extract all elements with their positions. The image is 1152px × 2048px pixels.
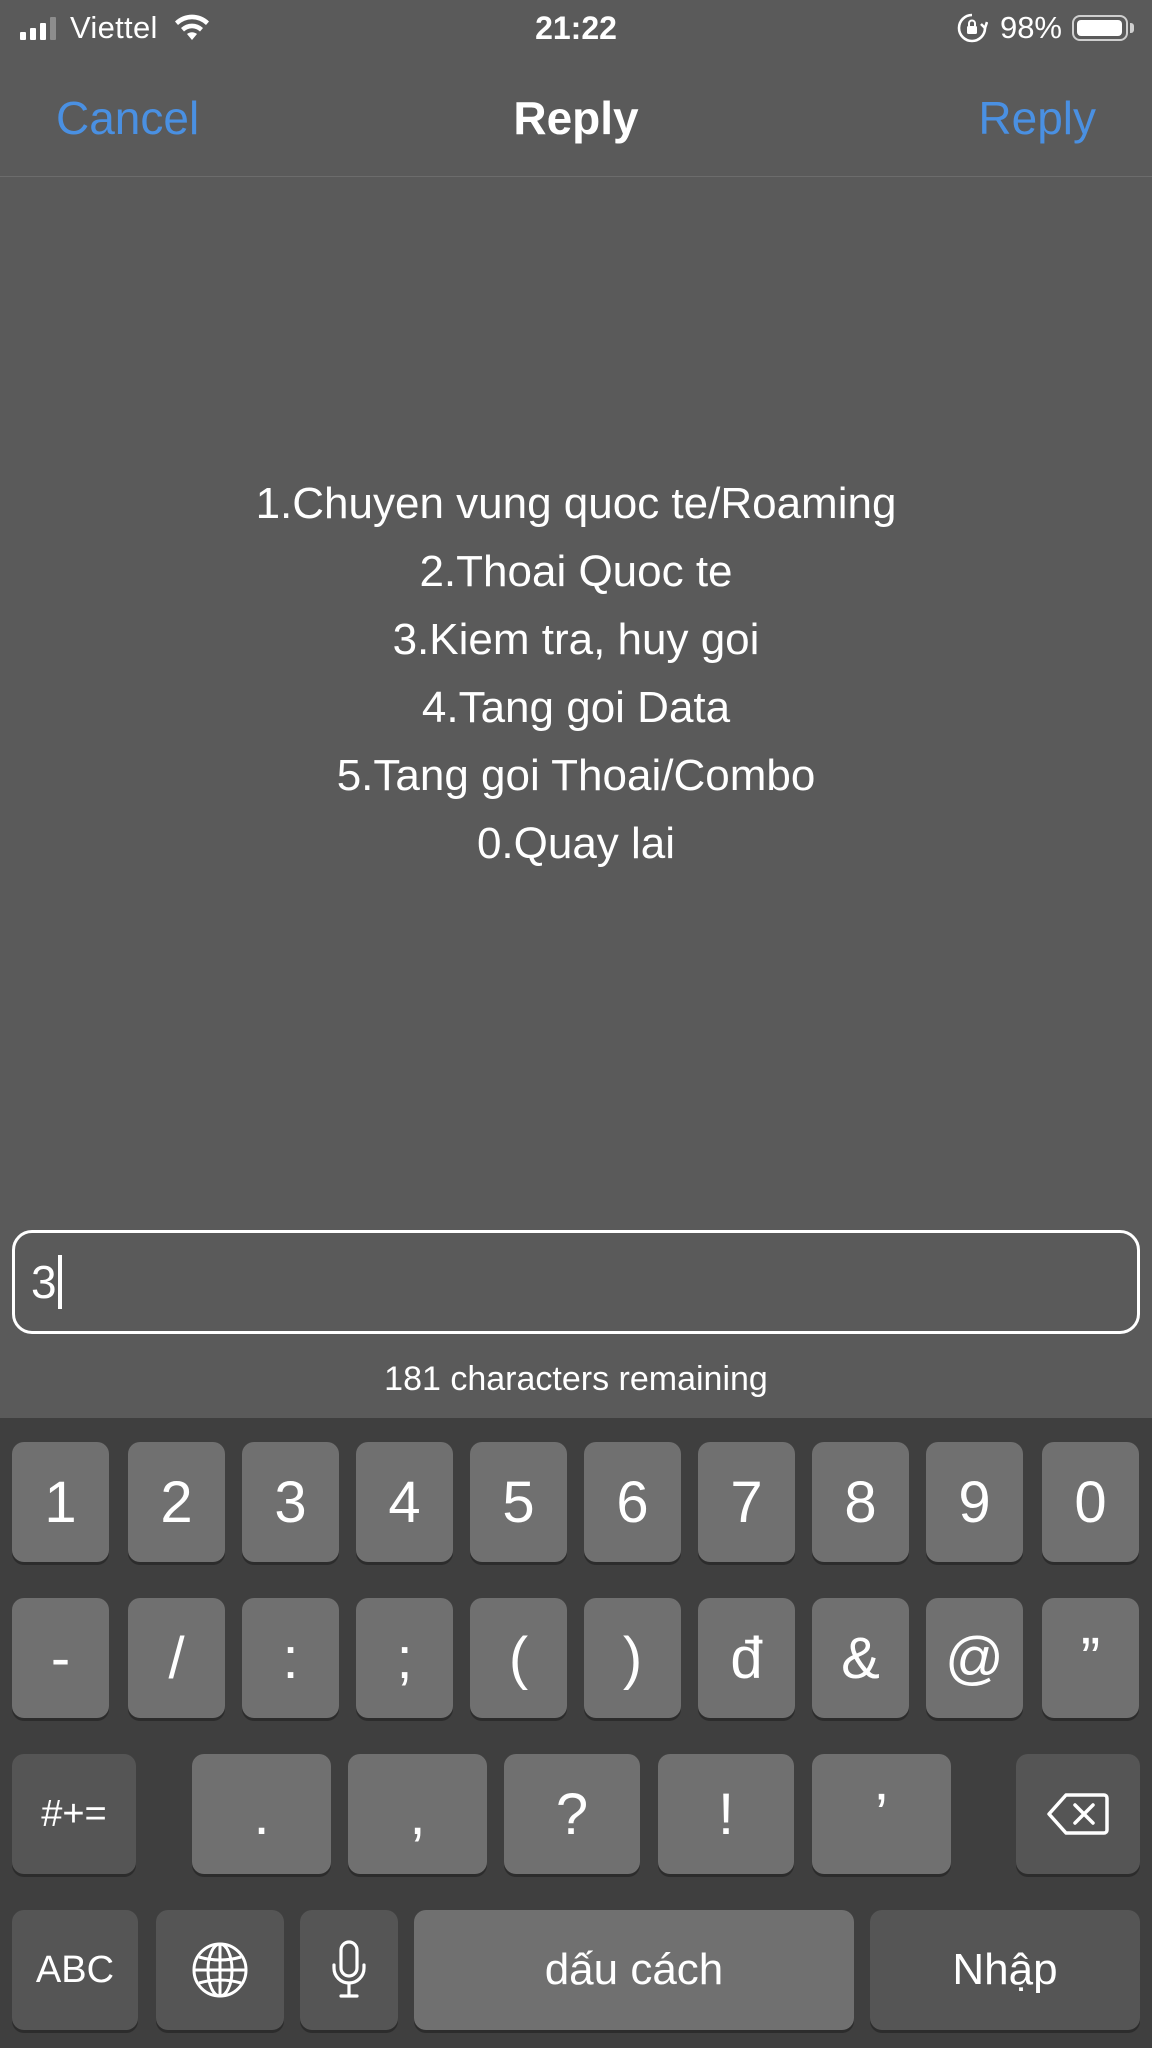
key-label: ’ <box>875 1781 888 1847</box>
status-bar: Viettel 21:22 98% <box>0 0 1152 58</box>
reply-input[interactable]: 3 <box>12 1230 1140 1334</box>
characters-remaining: 181 characters remaining <box>384 1360 768 1398</box>
key-6[interactable]: 6 <box>584 1442 681 1562</box>
key-exclamation[interactable]: ! <box>658 1754 794 1874</box>
symbols-toggle-key[interactable]: #+= <box>12 1754 136 1874</box>
menu-option: 1.Chuyen vung quoc te/Roaming <box>255 479 897 528</box>
key-label: #+= <box>41 1792 107 1835</box>
key-label: dấu cách <box>544 1945 724 1994</box>
backspace-icon <box>1047 1793 1109 1835</box>
key-label: 4 <box>388 1469 421 1535</box>
key-7[interactable]: 7 <box>698 1442 795 1562</box>
reply-input-value: 3 <box>31 1256 57 1308</box>
key-label: 3 <box>274 1469 307 1535</box>
abc-key[interactable]: ABC <box>12 1910 138 2030</box>
microphone-key[interactable] <box>300 1910 398 2030</box>
key-question[interactable]: ? <box>504 1754 640 1874</box>
text-caret <box>57 1255 62 1309</box>
menu-option: 5.Tang goi Thoai/Combo <box>336 751 816 800</box>
key-8[interactable]: 8 <box>812 1442 909 1562</box>
key-ampersand[interactable]: & <box>812 1598 909 1718</box>
battery-cap <box>1130 23 1134 33</box>
key-at[interactable]: @ <box>926 1598 1023 1718</box>
key-dong-sign[interactable]: đ <box>698 1598 795 1718</box>
key-0[interactable]: 0 <box>1042 1442 1139 1562</box>
key-label: , <box>409 1781 426 1847</box>
key-slash[interactable]: / <box>128 1598 225 1718</box>
key-label: - <box>50 1625 71 1691</box>
battery-icon <box>1072 15 1128 41</box>
key-close-paren[interactable]: ) <box>584 1598 681 1718</box>
keyboard: 1 2 3 4 5 6 7 8 9 0 - / : ; ( ) đ & @ ” … <box>0 1418 1152 2048</box>
key-label: & <box>841 1625 880 1691</box>
menu-option: 0.Quay lai <box>476 819 676 868</box>
key-apostrophe[interactable]: ’ <box>812 1754 951 1874</box>
key-period[interactable]: . <box>192 1754 331 1874</box>
key-quote[interactable]: ” <box>1042 1598 1139 1718</box>
key-label: Nhập <box>952 1945 1058 1994</box>
key-label: ) <box>622 1625 643 1691</box>
key-label: / <box>168 1625 185 1691</box>
key-label: 6 <box>616 1469 649 1535</box>
key-comma[interactable]: , <box>348 1754 487 1874</box>
key-label: ? <box>555 1781 589 1847</box>
key-open-paren[interactable]: ( <box>470 1598 567 1718</box>
key-label: 9 <box>958 1469 991 1535</box>
orientation-lock-icon <box>957 13 988 43</box>
key-label: 8 <box>844 1469 877 1535</box>
key-label: ; <box>396 1625 413 1691</box>
key-hyphen[interactable]: - <box>12 1598 109 1718</box>
space-key[interactable]: dấu cách <box>414 1910 854 2030</box>
key-label: ! <box>717 1781 735 1847</box>
key-label: ” <box>1080 1625 1101 1691</box>
key-3[interactable]: 3 <box>242 1442 339 1562</box>
menu-option: 2.Thoai Quoc te <box>419 547 733 596</box>
key-label: 1 <box>44 1469 77 1535</box>
message-body: 1.Chuyen vung quoc te/Roaming 2.Thoai Qu… <box>0 470 1152 878</box>
reply-button[interactable]: Reply <box>978 90 1096 146</box>
key-label: ( <box>508 1625 529 1691</box>
key-5[interactable]: 5 <box>470 1442 567 1562</box>
key-label: đ <box>730 1625 763 1691</box>
backspace-key[interactable] <box>1016 1754 1140 1874</box>
key-label: 5 <box>502 1469 535 1535</box>
key-2[interactable]: 2 <box>128 1442 225 1562</box>
key-colon[interactable]: : <box>242 1598 339 1718</box>
key-label: : <box>282 1625 299 1691</box>
menu-option: 4.Tang goi Data <box>421 683 731 732</box>
globe-key[interactable] <box>156 1910 284 2030</box>
reply-screen: Viettel 21:22 98% Cancel Reply Reply 1.C… <box>0 0 1152 2048</box>
key-label: 7 <box>730 1469 763 1535</box>
status-right: 98% <box>956 8 1134 48</box>
battery-percent: 98% <box>999 10 1062 45</box>
key-label: 0 <box>1074 1469 1107 1535</box>
key-label: 2 <box>160 1469 193 1535</box>
microphone-icon <box>332 1940 366 1998</box>
key-1[interactable]: 1 <box>12 1442 109 1562</box>
nav-bar: Cancel Reply Reply <box>0 58 1152 177</box>
return-key[interactable]: Nhập <box>870 1910 1140 2030</box>
key-label: @ <box>945 1625 1004 1691</box>
key-9[interactable]: 9 <box>926 1442 1023 1562</box>
key-semicolon[interactable]: ; <box>356 1598 453 1718</box>
key-label: ABC <box>35 1948 115 1991</box>
key-label: . <box>253 1781 270 1847</box>
key-4[interactable]: 4 <box>356 1442 453 1562</box>
menu-option: 3.Kiem tra, huy goi <box>392 615 760 664</box>
globe-icon <box>192 1942 248 1998</box>
